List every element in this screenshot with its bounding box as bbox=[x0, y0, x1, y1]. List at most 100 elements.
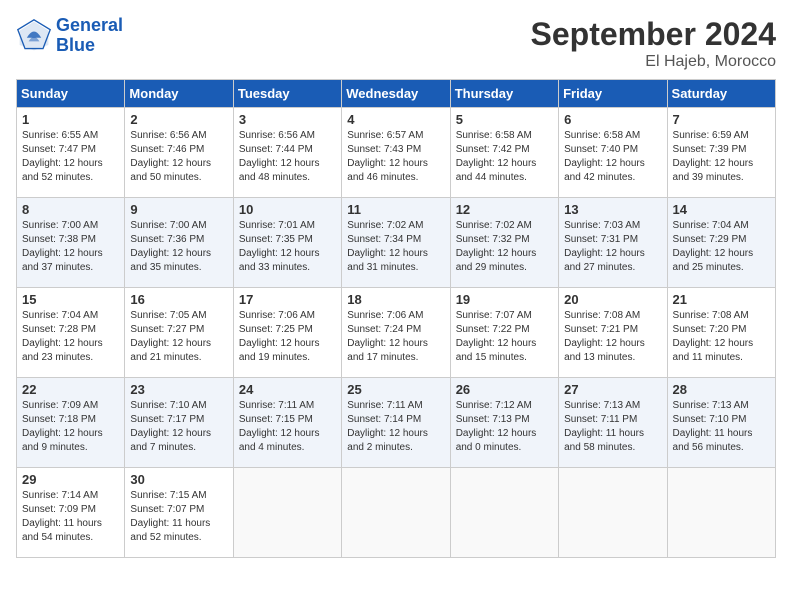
day-number: 22 bbox=[22, 382, 119, 397]
logo-icon bbox=[16, 18, 52, 54]
table-row: 2 Sunrise: 6:56 AMSunset: 7:46 PMDaylight… bbox=[125, 108, 233, 198]
title-block: September 2024 El Hajeb, Morocco bbox=[531, 16, 776, 71]
day-number: 21 bbox=[673, 292, 770, 307]
col-thursday: Thursday bbox=[450, 80, 558, 108]
day-content: Sunrise: 7:15 AMSunset: 7:07 PMDaylight:… bbox=[130, 489, 227, 545]
day-content: Sunrise: 7:01 AMSunset: 7:35 PMDaylight:… bbox=[239, 219, 336, 275]
day-content: Sunrise: 7:09 AMSunset: 7:18 PMDaylight:… bbox=[22, 399, 119, 455]
day-number: 16 bbox=[130, 292, 227, 307]
day-content: Sunrise: 7:12 AMSunset: 7:13 PMDaylight:… bbox=[456, 399, 553, 455]
day-content: Sunrise: 7:13 AMSunset: 7:11 PMDaylight:… bbox=[564, 399, 661, 455]
table-row: 26 Sunrise: 7:12 AMSunset: 7:13 PMDayligh… bbox=[450, 378, 558, 468]
table-row: 20 Sunrise: 7:08 AMSunset: 7:21 PMDayligh… bbox=[559, 288, 667, 378]
logo: General Blue bbox=[16, 16, 123, 56]
calendar-header-row: Sunday Monday Tuesday Wednesday Thursday… bbox=[17, 80, 776, 108]
day-content: Sunrise: 7:00 AMSunset: 7:36 PMDaylight:… bbox=[130, 219, 227, 275]
calendar-week-row: 29Sunrise: 7:14 AMSunset: 7:09 PMDayligh… bbox=[17, 468, 776, 558]
table-row bbox=[667, 468, 775, 558]
table-row: 4 Sunrise: 6:57 AMSunset: 7:43 PMDaylight… bbox=[342, 108, 450, 198]
logo-line1: General bbox=[56, 15, 123, 35]
day-content: Sunrise: 6:58 AMSunset: 7:40 PMDaylight:… bbox=[564, 129, 661, 185]
table-row: 27 Sunrise: 7:13 AMSunset: 7:11 PMDayligh… bbox=[559, 378, 667, 468]
day-number: 17 bbox=[239, 292, 336, 307]
col-saturday: Saturday bbox=[667, 80, 775, 108]
col-friday: Friday bbox=[559, 80, 667, 108]
day-number: 18 bbox=[347, 292, 444, 307]
page-header: General Blue September 2024 El Hajeb, Mo… bbox=[16, 16, 776, 71]
table-row: 7 Sunrise: 6:59 AMSunset: 7:39 PMDaylight… bbox=[667, 108, 775, 198]
table-row: 18Sunrise: 7:06 AMSunset: 7:24 PMDayligh… bbox=[342, 288, 450, 378]
day-number: 23 bbox=[130, 382, 227, 397]
day-number: 11 bbox=[347, 202, 444, 217]
table-row bbox=[233, 468, 341, 558]
day-number: 29 bbox=[22, 472, 119, 487]
day-content: Sunrise: 6:55 AMSunset: 7:47 PMDaylight:… bbox=[22, 129, 119, 185]
calendar-week-row: 8Sunrise: 7:00 AMSunset: 7:38 PMDaylight… bbox=[17, 198, 776, 288]
table-row: 29Sunrise: 7:14 AMSunset: 7:09 PMDayligh… bbox=[17, 468, 125, 558]
col-wednesday: Wednesday bbox=[342, 80, 450, 108]
table-row: 28Sunrise: 7:13 AMSunset: 7:10 PMDayligh… bbox=[667, 378, 775, 468]
table-row: 21 Sunrise: 7:08 AMSunset: 7:20 PMDayligh… bbox=[667, 288, 775, 378]
table-row: 24 Sunrise: 7:11 AMSunset: 7:15 PMDayligh… bbox=[233, 378, 341, 468]
table-row: 22 Sunrise: 7:09 AMSunset: 7:18 PMDayligh… bbox=[17, 378, 125, 468]
day-number: 27 bbox=[564, 382, 661, 397]
day-number: 7 bbox=[673, 112, 770, 127]
calendar-week-row: 1 Sunrise: 6:55 AMSunset: 7:47 PMDaylight… bbox=[17, 108, 776, 198]
table-row: 10 Sunrise: 7:01 AMSunset: 7:35 PMDayligh… bbox=[233, 198, 341, 288]
table-row bbox=[342, 468, 450, 558]
day-content: Sunrise: 7:00 AMSunset: 7:38 PMDaylight:… bbox=[22, 219, 119, 275]
day-content: Sunrise: 7:07 AMSunset: 7:22 PMDaylight:… bbox=[456, 309, 553, 365]
day-content: Sunrise: 7:11 AMSunset: 7:15 PMDaylight:… bbox=[239, 399, 336, 455]
table-row: 1 Sunrise: 6:55 AMSunset: 7:47 PMDaylight… bbox=[17, 108, 125, 198]
month-title: September 2024 bbox=[531, 16, 776, 53]
table-row: 23Sunrise: 7:10 AMSunset: 7:17 PMDayligh… bbox=[125, 378, 233, 468]
day-content: Sunrise: 7:04 AMSunset: 7:29 PMDaylight:… bbox=[673, 219, 770, 275]
table-row: 13 Sunrise: 7:03 AMSunset: 7:31 PMDayligh… bbox=[559, 198, 667, 288]
table-row: 14 Sunrise: 7:04 AMSunset: 7:29 PMDayligh… bbox=[667, 198, 775, 288]
day-number: 2 bbox=[130, 112, 227, 127]
day-content: Sunrise: 7:03 AMSunset: 7:31 PMDaylight:… bbox=[564, 219, 661, 275]
day-number: 6 bbox=[564, 112, 661, 127]
table-row: 16 Sunrise: 7:05 AMSunset: 7:27 PMDayligh… bbox=[125, 288, 233, 378]
logo-text: General Blue bbox=[56, 16, 123, 56]
day-number: 20 bbox=[564, 292, 661, 307]
day-content: Sunrise: 6:56 AMSunset: 7:46 PMDaylight:… bbox=[130, 129, 227, 185]
day-content: Sunrise: 7:08 AMSunset: 7:21 PMDaylight:… bbox=[564, 309, 661, 365]
day-content: Sunrise: 7:05 AMSunset: 7:27 PMDaylight:… bbox=[130, 309, 227, 365]
day-number: 14 bbox=[673, 202, 770, 217]
day-number: 26 bbox=[456, 382, 553, 397]
day-content: Sunrise: 6:57 AMSunset: 7:43 PMDaylight:… bbox=[347, 129, 444, 185]
day-number: 3 bbox=[239, 112, 336, 127]
table-row: 17 Sunrise: 7:06 AMSunset: 7:25 PMDayligh… bbox=[233, 288, 341, 378]
day-content: Sunrise: 7:11 AMSunset: 7:14 PMDaylight:… bbox=[347, 399, 444, 455]
day-content: Sunrise: 7:08 AMSunset: 7:20 PMDaylight:… bbox=[673, 309, 770, 365]
table-row: 12Sunrise: 7:02 AMSunset: 7:32 PMDayligh… bbox=[450, 198, 558, 288]
table-row: 11 Sunrise: 7:02 AMSunset: 7:34 PMDayligh… bbox=[342, 198, 450, 288]
calendar-week-row: 15Sunrise: 7:04 AMSunset: 7:28 PMDayligh… bbox=[17, 288, 776, 378]
calendar-table: Sunday Monday Tuesday Wednesday Thursday… bbox=[16, 79, 776, 558]
day-number: 28 bbox=[673, 382, 770, 397]
col-tuesday: Tuesday bbox=[233, 80, 341, 108]
day-content: Sunrise: 6:58 AMSunset: 7:42 PMDaylight:… bbox=[456, 129, 553, 185]
day-content: Sunrise: 7:04 AMSunset: 7:28 PMDaylight:… bbox=[22, 309, 119, 365]
day-number: 12 bbox=[456, 202, 553, 217]
table-row: 6 Sunrise: 6:58 AMSunset: 7:40 PMDaylight… bbox=[559, 108, 667, 198]
col-sunday: Sunday bbox=[17, 80, 125, 108]
day-number: 1 bbox=[22, 112, 119, 127]
day-content: Sunrise: 7:02 AMSunset: 7:34 PMDaylight:… bbox=[347, 219, 444, 275]
table-row: 8Sunrise: 7:00 AMSunset: 7:38 PMDaylight… bbox=[17, 198, 125, 288]
table-row: 25Sunrise: 7:11 AMSunset: 7:14 PMDayligh… bbox=[342, 378, 450, 468]
day-number: 4 bbox=[347, 112, 444, 127]
location-title: El Hajeb, Morocco bbox=[531, 53, 776, 71]
day-number: 24 bbox=[239, 382, 336, 397]
day-number: 13 bbox=[564, 202, 661, 217]
col-monday: Monday bbox=[125, 80, 233, 108]
day-content: Sunrise: 7:06 AMSunset: 7:25 PMDaylight:… bbox=[239, 309, 336, 365]
day-number: 30 bbox=[130, 472, 227, 487]
day-content: Sunrise: 6:59 AMSunset: 7:39 PMDaylight:… bbox=[673, 129, 770, 185]
day-number: 19 bbox=[456, 292, 553, 307]
logo-line2: Blue bbox=[56, 35, 95, 55]
table-row bbox=[450, 468, 558, 558]
table-row: 3Sunrise: 6:56 AMSunset: 7:44 PMDaylight… bbox=[233, 108, 341, 198]
day-number: 10 bbox=[239, 202, 336, 217]
